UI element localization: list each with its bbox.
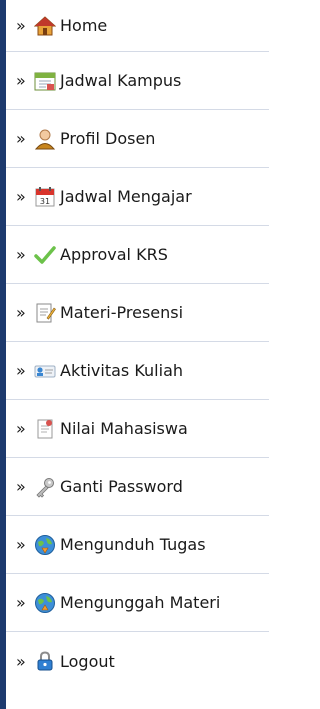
menu-item-nilai-mahasiswa[interactable]: » Nilai Mahasiswa (6, 400, 269, 458)
globe-download-icon (34, 534, 56, 556)
menu-item-label: Home (60, 16, 108, 35)
bullet-icon: » (16, 16, 26, 35)
menu-item-label: Logout (60, 651, 115, 671)
person-icon (34, 128, 56, 150)
menu-item-label: Profil Dosen (60, 129, 156, 148)
menu-item-jadwal-mengajar[interactable]: » 31 Jadwal Mengajar (6, 168, 269, 226)
sidebar-menu: » Home » Jadwal Kampus » Profil Dosen » … (0, 0, 269, 709)
bullet-icon: » (16, 477, 26, 496)
menu-item-jadwal-kampus[interactable]: » Jadwal Kampus (6, 52, 269, 110)
calendar-icon (34, 70, 56, 92)
bullet-icon: » (16, 245, 26, 264)
bullet-icon: » (16, 593, 26, 612)
menu-item-aktivitas-kuliah[interactable]: » Aktivitas Kuliah (6, 342, 269, 400)
menu-item-profil-dosen[interactable]: » Profil Dosen (6, 110, 269, 168)
menu-item-label: Aktivitas Kuliah (60, 361, 184, 380)
key-icon (34, 476, 56, 498)
menu-item-approval-krs[interactable]: » Approval KRS (6, 226, 269, 284)
bullet-icon: » (16, 129, 26, 148)
menu-item-mengunggah-materi[interactable]: » Mengunggah Materi (6, 574, 269, 632)
bullet-icon: » (16, 651, 26, 671)
menu-item-home[interactable]: » Home (6, 0, 269, 52)
date-calendar-icon: 31 (34, 186, 56, 208)
menu-item-ganti-password[interactable]: » Ganti Password (6, 458, 269, 516)
bullet-icon: » (16, 419, 26, 438)
menu-item-label: Jadwal Kampus (60, 71, 182, 90)
home-icon (34, 15, 56, 37)
globe-upload-icon (34, 592, 56, 614)
menu-list: » Home » Jadwal Kampus » Profil Dosen » … (6, 0, 269, 709)
menu-item-materi-presensi[interactable]: » Materi-Presensi (6, 284, 269, 342)
menu-item-mengunduh-tugas[interactable]: » Mengunduh Tugas (6, 516, 269, 574)
menu-item-label: Mengunduh Tugas (60, 535, 206, 554)
bullet-icon: » (16, 535, 26, 554)
menu-item-label: Jadwal Mengajar (60, 187, 192, 206)
menu-item-label: Materi-Presensi (60, 303, 184, 322)
menu-item-label: Mengunggah Materi (60, 593, 221, 612)
lock-icon (34, 650, 56, 672)
svg-text:31: 31 (40, 197, 50, 206)
bullet-icon: » (16, 361, 26, 380)
bullet-icon: » (16, 303, 26, 322)
menu-item-logout[interactable]: » Logout (6, 632, 269, 690)
checkmark-icon (34, 244, 56, 266)
menu-item-label: Ganti Password (60, 477, 183, 496)
bullet-icon: » (16, 187, 26, 206)
menu-item-label: Approval KRS (60, 245, 168, 264)
bullet-icon: » (16, 71, 26, 90)
menu-item-label: Nilai Mahasiswa (60, 419, 188, 438)
document-edit-icon (34, 302, 56, 324)
id-card-icon (34, 360, 56, 382)
report-icon (34, 418, 56, 440)
